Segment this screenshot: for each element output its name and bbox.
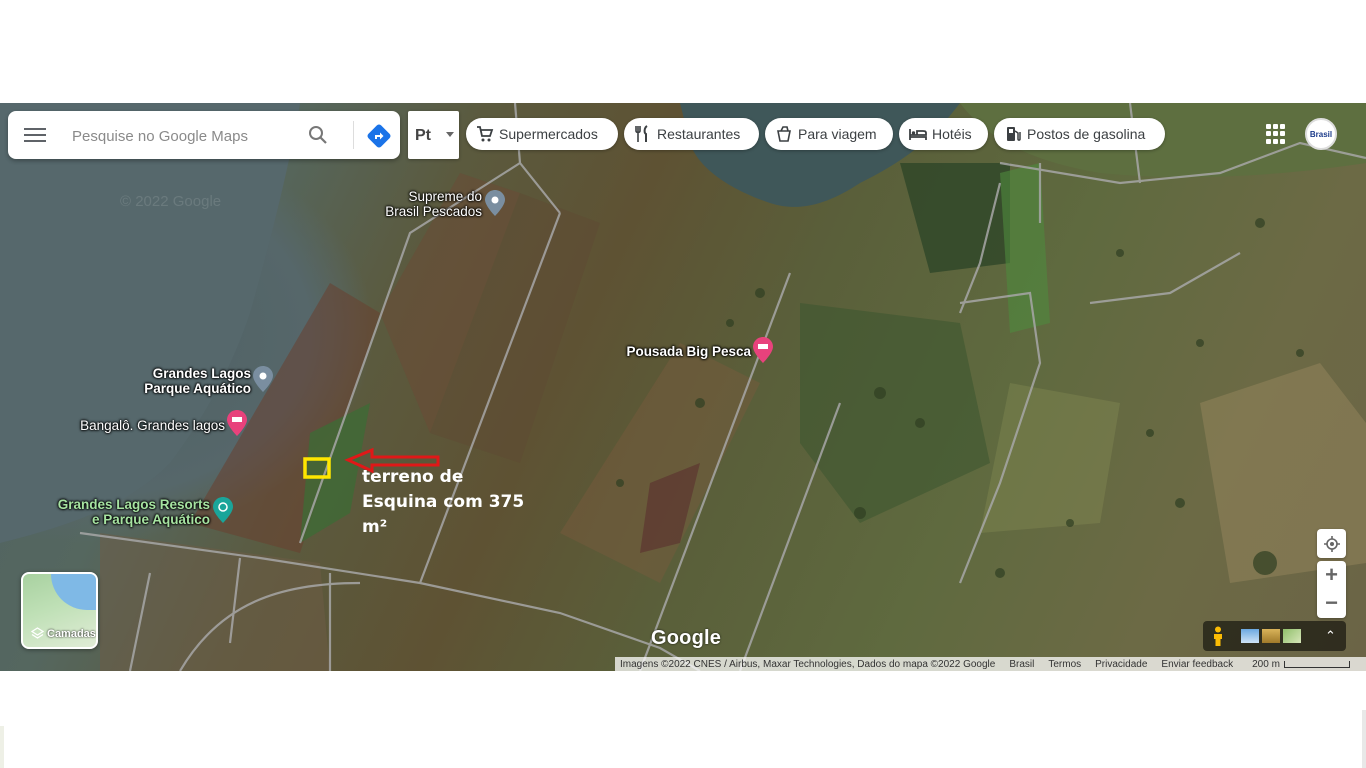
page-top-margin	[0, 0, 1366, 103]
scale-bar[interactable]: 200 m	[1247, 659, 1350, 670]
fuel-icon	[1007, 127, 1021, 141]
chip-label: Para viagem	[798, 126, 877, 142]
layers-icon	[31, 627, 44, 639]
search-input[interactable]	[70, 123, 304, 149]
language-select[interactable]: Pt	[408, 111, 459, 159]
street-view-bar: ⌃	[1203, 621, 1346, 651]
place-label-resorts[interactable]: Grandes Lagos Resorts e Parque Aquático	[55, 497, 210, 527]
scale-line	[1283, 660, 1350, 668]
zoom-out-button[interactable]: −	[1317, 589, 1346, 617]
place-pin-icon[interactable]	[485, 190, 505, 221]
map-watermark: © 2022 Google	[120, 193, 222, 210]
menu-icon[interactable]	[24, 125, 46, 145]
fork-knife-icon	[635, 125, 648, 142]
directions-icon[interactable]	[366, 123, 392, 149]
apps-grid-icon[interactable]	[1266, 124, 1286, 144]
search-box	[8, 111, 400, 159]
privacy-link[interactable]: Privacidade	[1095, 659, 1147, 670]
place-label-supreme[interactable]: Supreme do Brasil Pescados	[374, 189, 482, 219]
country-link[interactable]: Brasil	[1009, 659, 1034, 670]
imagery-thumbnail-icon[interactable]	[1241, 629, 1259, 643]
edge-strip	[0, 726, 4, 768]
place-label-bangalo[interactable]: Bangalô. Grandes lagos	[68, 418, 225, 433]
chevron-up-icon[interactable]: ⌃	[1325, 628, 1336, 644]
chip-label: Restaurantes	[657, 126, 741, 142]
google-logo: Google	[651, 627, 722, 649]
page-bottom-margin	[0, 671, 1366, 768]
chip-supermercados[interactable]: Supermercados	[466, 118, 618, 150]
avatar-text: Brasil	[1309, 129, 1333, 139]
takeout-icon	[777, 126, 791, 142]
chip-para-viagem[interactable]: Para viagem	[765, 118, 893, 150]
search-divider	[353, 121, 354, 149]
zoom-in-button[interactable]: +	[1317, 561, 1346, 589]
chip-restaurantes[interactable]: Restaurantes	[624, 118, 759, 150]
hotel-pin-icon[interactable]	[227, 410, 247, 441]
terms-link[interactable]: Termos	[1048, 659, 1081, 670]
language-label: Pt	[415, 127, 431, 144]
place-label-grandes-lagos[interactable]: Grandes Lagos Parque Aquático	[130, 366, 251, 396]
layers-label: Camadas	[31, 627, 96, 640]
chip-label: Supermercados	[499, 126, 598, 142]
map-thumbnail-icon[interactable]	[1283, 629, 1301, 643]
avatar[interactable]: Brasil	[1305, 118, 1337, 150]
my-location-button[interactable]	[1317, 529, 1346, 558]
zoom-controls: + −	[1317, 561, 1346, 618]
bed-icon	[909, 129, 927, 140]
imagery-credit: Imagens ©2022 CNES / Airbus, Maxar Techn…	[620, 658, 996, 670]
scale-label: 200 m	[1252, 658, 1280, 670]
chip-postos-de-gasolina[interactable]: Postos de gasolina	[994, 118, 1165, 150]
chip-label: Postos de gasolina	[1027, 126, 1146, 142]
park-pin-icon[interactable]	[213, 497, 233, 528]
cart-icon	[477, 126, 494, 142]
chip-label: Hotéis	[932, 126, 972, 142]
layers-text: Camadas	[47, 627, 96, 640]
place-label-pousada[interactable]: Pousada Big Pesca	[620, 344, 751, 359]
map-footer: Imagens ©2022 CNES / Airbus, Maxar Techn…	[615, 657, 1366, 671]
terrain-thumbnail-icon[interactable]	[1262, 629, 1280, 643]
layers-button[interactable]: Camadas	[21, 572, 98, 649]
chevron-down-icon	[446, 132, 454, 137]
layers-thumbnail	[51, 574, 96, 610]
edge-strip	[1362, 710, 1366, 768]
feedback-link[interactable]: Enviar feedback	[1161, 659, 1233, 670]
annotation-text: terreno de Esquina com 375 m²	[362, 467, 525, 537]
search-icon[interactable]	[306, 123, 330, 147]
chip-hoteis[interactable]: Hotéis	[899, 118, 988, 150]
pegman-icon[interactable]	[1211, 626, 1225, 646]
crosshair-icon	[1323, 535, 1340, 552]
place-pin-icon[interactable]	[253, 366, 273, 397]
hotel-pin-icon[interactable]	[753, 337, 773, 368]
